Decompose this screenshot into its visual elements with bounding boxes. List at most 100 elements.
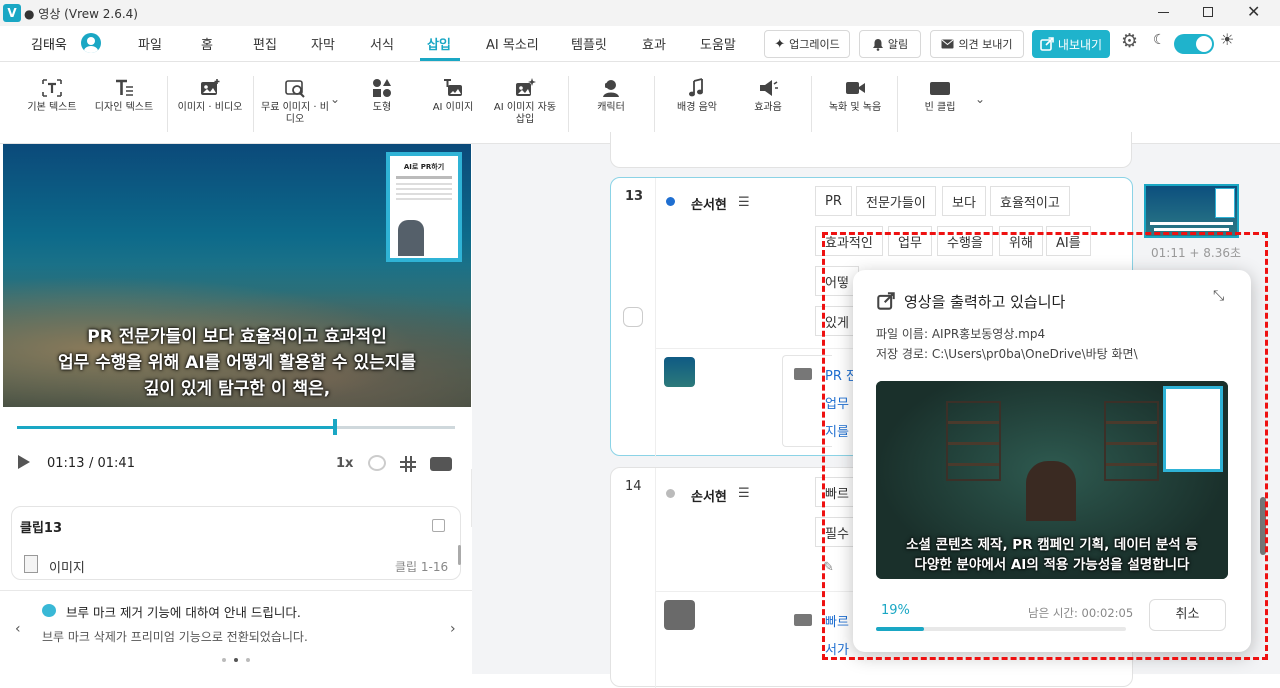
word-chip[interactable]: 효율적이고 bbox=[990, 186, 1070, 216]
scrollbar[interactable] bbox=[458, 545, 461, 565]
clip-select-checkbox[interactable] bbox=[623, 307, 643, 327]
word-chip[interactable]: 효과적인 bbox=[815, 226, 883, 256]
timeline-handle[interactable] bbox=[332, 419, 337, 435]
tool-record[interactable]: 녹화 및 녹음 bbox=[820, 78, 890, 114]
export-preview-frame: 소셜 콘텐츠 제작, PR 캠페인 기획, 데이터 분석 등 다양한 분야에서 … bbox=[876, 381, 1228, 579]
notify-button[interactable]: 알림 bbox=[859, 30, 921, 58]
tool-basic-text[interactable]: 기본 텍스트 bbox=[17, 78, 87, 114]
feedback-button[interactable]: 의견 보내기 bbox=[930, 30, 1024, 58]
camera-icon[interactable] bbox=[368, 455, 386, 471]
playback-timeline[interactable] bbox=[17, 419, 455, 435]
avatar[interactable] bbox=[81, 33, 101, 53]
tool-ai-image[interactable]: AI 이미지 bbox=[418, 78, 488, 114]
menu-subtitle[interactable]: 자막 bbox=[311, 34, 335, 53]
speaker-name[interactable]: 손서현 bbox=[691, 486, 727, 505]
text-clip-line[interactable]: 지를 bbox=[825, 421, 849, 440]
word-chip[interactable]: 수행을 bbox=[937, 226, 993, 256]
clip-media-thumb[interactable] bbox=[664, 357, 695, 387]
speaker-settings-icon[interactable]: ☰ bbox=[738, 195, 750, 210]
word-chip[interactable]: 보다 bbox=[942, 186, 986, 216]
chat-bubble-icon bbox=[42, 604, 56, 617]
vertical-scrollbar[interactable] bbox=[1260, 497, 1266, 555]
menu-home[interactable]: 홈 bbox=[201, 34, 213, 53]
tool-ai-image-auto-insert[interactable]: AI 이미지 자동 삽입 bbox=[490, 78, 560, 126]
speaker-name[interactable]: 손서현 bbox=[691, 194, 727, 213]
chevron-left-icon[interactable]: ‹ bbox=[15, 621, 21, 637]
text-clip-line[interactable]: 서가 bbox=[825, 639, 849, 658]
preview-subtitle-line: 다양한 분야에서 AI의 적용 가능성을 설명합니다 bbox=[914, 557, 1190, 573]
settings-gear-icon[interactable]: ⚙ bbox=[1121, 30, 1138, 52]
chevron-down-icon[interactable]: ⌄ bbox=[975, 92, 985, 106]
tool-design-text[interactable]: 디자인 텍스트 bbox=[89, 78, 159, 114]
clip-thumbnail[interactable] bbox=[1144, 184, 1239, 238]
toolbar-divider bbox=[654, 76, 655, 132]
export-progress-fill bbox=[876, 627, 924, 631]
export-button[interactable]: 내보내기 bbox=[1032, 30, 1110, 58]
toolbar-divider bbox=[167, 76, 168, 132]
word-chip[interactable]: AI를 bbox=[1046, 226, 1091, 256]
menu-effect[interactable]: 효과 bbox=[642, 34, 666, 53]
app-logo-icon: V bbox=[3, 4, 21, 22]
remaining-time: 남은 시간: 00:02:05 bbox=[1028, 606, 1134, 620]
cancel-button[interactable]: 취소 bbox=[1149, 599, 1226, 631]
theme-toggle[interactable] bbox=[1174, 34, 1214, 54]
tool-background-music[interactable]: 배경 음악 bbox=[662, 78, 732, 114]
edit-pencil-icon[interactable]: ✎ bbox=[823, 560, 834, 575]
document-icon bbox=[24, 555, 38, 573]
ai-image-auto-icon bbox=[516, 78, 536, 96]
notice-body: 브루 마크 삭제가 프리미엄 기능으로 전환되었습니다. bbox=[42, 630, 308, 644]
word-chip[interactable]: 위해 bbox=[999, 226, 1043, 256]
grid-icon[interactable] bbox=[400, 456, 416, 472]
tool-shape[interactable]: 도형 bbox=[347, 78, 417, 114]
word-chip[interactable]: 전문가들이 bbox=[856, 186, 936, 216]
menu-insert[interactable]: 삽입 bbox=[427, 34, 451, 53]
minimize-icon[interactable] bbox=[1158, 12, 1169, 13]
word-chip[interactable]: 업무 bbox=[888, 226, 932, 256]
text-clip-line[interactable]: 빠르 bbox=[825, 611, 849, 630]
menu-template[interactable]: 템플릿 bbox=[571, 34, 607, 53]
video-preview[interactable]: AI로 PR하기 PR 전문가들이 보다 효율적이고 효과적인 업무 수행을 위… bbox=[3, 144, 471, 407]
chevron-right-icon[interactable]: › bbox=[450, 621, 456, 637]
text-clip-line[interactable]: 업무 bbox=[825, 393, 849, 412]
preview-subtitle-line: 소셜 콘텐츠 제작, PR 캠페인 기획, 데이터 분석 등 bbox=[906, 537, 1198, 553]
carousel-dot[interactable] bbox=[222, 658, 226, 662]
fullscreen-icon[interactable] bbox=[430, 457, 452, 471]
menu-file[interactable]: 파일 bbox=[138, 34, 162, 53]
playback-speed-button[interactable]: 1x bbox=[336, 456, 353, 471]
carousel-dot[interactable] bbox=[246, 658, 250, 662]
progress-percent: 19% bbox=[881, 603, 910, 618]
clip-title: 클립13 bbox=[20, 521, 63, 536]
tool-empty-clip[interactable]: 빈 클립 bbox=[905, 78, 975, 114]
clip-number: 14 bbox=[625, 479, 642, 494]
user-name[interactable]: 김태욱 bbox=[31, 34, 67, 53]
book-overlay-image: AI로 PR하기 bbox=[386, 152, 462, 262]
tool-image-video[interactable]: 이미지 · 비디오 bbox=[175, 78, 245, 114]
menu-edit[interactable]: 편집 bbox=[253, 34, 277, 53]
clip-item-range: 클립 1-16 bbox=[395, 560, 449, 574]
clip-item-label: 이미지 bbox=[49, 561, 85, 576]
close-icon[interactable]: ✕ bbox=[1247, 2, 1260, 21]
notice-title[interactable]: 브루 마크 제거 기능에 대하여 안내 드립니다. bbox=[66, 602, 301, 621]
open-external-icon[interactable] bbox=[432, 519, 445, 532]
previous-clip-card-bottom bbox=[610, 132, 1132, 168]
speaker-settings-icon[interactable]: ☰ bbox=[738, 486, 750, 501]
minimize-dialog-icon[interactable]: ⤡ bbox=[1213, 288, 1224, 304]
menu-ai-voice[interactable]: AI 목소리 bbox=[486, 34, 539, 53]
menu-help[interactable]: 도움말 bbox=[700, 34, 736, 53]
carousel-dot-active[interactable] bbox=[234, 658, 238, 662]
maximize-icon[interactable] bbox=[1203, 7, 1213, 17]
tool-character[interactable]: 캐릭터 bbox=[576, 78, 646, 114]
export-progress-track bbox=[876, 627, 1126, 631]
word-chip[interactable]: PR bbox=[815, 186, 852, 216]
menu-format[interactable]: 서식 bbox=[370, 34, 394, 53]
tool-free-image-video[interactable]: 무료 이미지 · 비디오 bbox=[260, 78, 330, 126]
chevron-down-icon[interactable]: ⌄ bbox=[330, 92, 340, 106]
tool-sound-effect[interactable]: 효과음 bbox=[733, 78, 803, 114]
upgrade-button[interactable]: ✦ 업그레이드 bbox=[764, 30, 850, 58]
video-camera-icon bbox=[846, 82, 865, 94]
editor-gutter bbox=[472, 144, 610, 674]
play-icon[interactable] bbox=[18, 455, 30, 469]
sun-icon: ☀ bbox=[1220, 30, 1235, 49]
clip-media-thumb[interactable] bbox=[664, 600, 695, 630]
toolbar-divider bbox=[568, 76, 569, 132]
